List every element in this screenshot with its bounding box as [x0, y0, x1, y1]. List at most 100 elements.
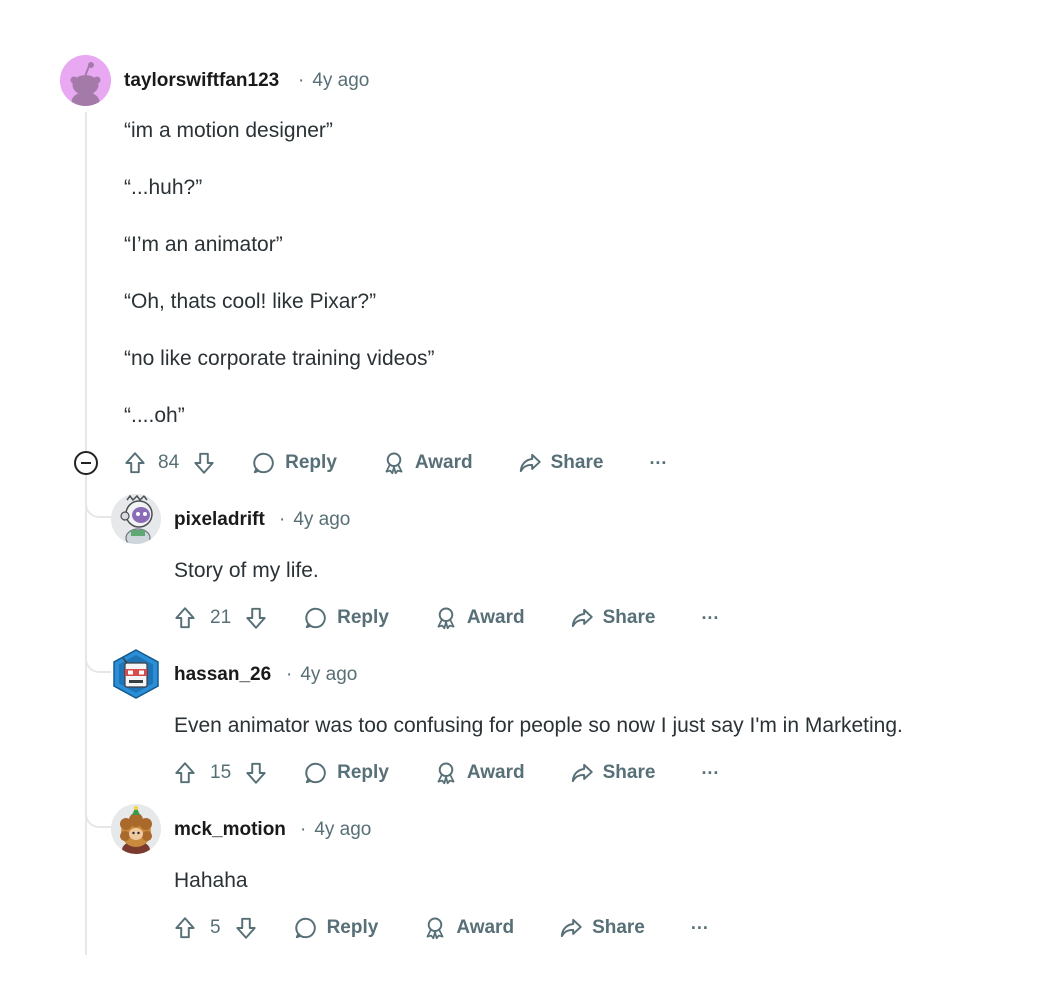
- reply-button[interactable]: Reply: [303, 760, 389, 786]
- upvote-button[interactable]: [172, 760, 198, 786]
- share-button[interactable]: Share: [569, 605, 656, 631]
- share-icon: [560, 918, 582, 938]
- award-icon: [437, 762, 455, 785]
- astronaut-avatar-icon: [111, 494, 161, 544]
- avatar[interactable]: [111, 494, 161, 544]
- comment-text-line: “Oh, thats cool! like Pixar?”: [124, 290, 377, 313]
- thread-line[interactable]: [85, 112, 87, 955]
- award-label: Award: [414, 452, 473, 473]
- award-label: Award: [466, 607, 525, 628]
- comment-bubble-icon: [253, 452, 274, 474]
- snoo-avatar-icon: [60, 55, 111, 106]
- comment-actions: 15 Reply Award Share ···: [172, 758, 719, 788]
- comment-text-line: Story of my life.: [174, 559, 319, 582]
- more-options-button[interactable]: ···: [691, 918, 709, 939]
- comment-text-line: “....oh”: [124, 404, 185, 427]
- curly-hair-avatar-icon: [111, 804, 161, 854]
- username[interactable]: hassan_26: [174, 664, 271, 686]
- share-label: Share: [550, 452, 604, 473]
- thread-branch: [85, 808, 111, 828]
- award-button[interactable]: Award: [433, 760, 525, 786]
- reply-label: Reply: [285, 452, 337, 473]
- downvote-icon: [194, 452, 214, 474]
- timestamp: · 4y ago: [298, 70, 369, 92]
- comment-text-line: “no like corporate training videos”: [124, 347, 435, 370]
- comment-text-line: Hahaha: [174, 869, 248, 892]
- separator: ·: [300, 819, 307, 840]
- comment-text-line: “...huh?”: [124, 176, 203, 199]
- vote-count: 5: [210, 917, 221, 938]
- upvote-icon: [175, 607, 195, 629]
- reply-button[interactable]: Reply: [293, 915, 379, 941]
- upvote-icon: [175, 762, 195, 784]
- username[interactable]: mck_motion: [174, 819, 286, 841]
- upvote-button[interactable]: [172, 915, 198, 941]
- vote-count: 84: [158, 452, 180, 473]
- share-icon: [571, 608, 593, 628]
- time-ago: 4y ago: [312, 70, 370, 91]
- share-label: Share: [602, 762, 656, 783]
- comment-text-line: Even animator was too confusing for peop…: [174, 714, 903, 737]
- reply-label: Reply: [337, 607, 389, 628]
- avatar[interactable]: [111, 804, 161, 854]
- comment-actions: 84 Reply Award Share ···: [122, 448, 667, 478]
- comment-bubble-icon: [305, 607, 326, 629]
- comment-bubble-icon: [305, 762, 326, 784]
- share-button[interactable]: Share: [517, 450, 604, 476]
- upvote-icon: [125, 452, 145, 474]
- upvote-icon: [175, 917, 195, 939]
- time-ago: 4y ago: [314, 819, 372, 840]
- award-icon: [437, 607, 455, 630]
- timestamp: · 4y ago: [300, 819, 371, 841]
- share-button[interactable]: Share: [569, 760, 656, 786]
- award-icon: [385, 452, 403, 475]
- vote-count: 15: [210, 762, 232, 783]
- reply-label: Reply: [326, 917, 379, 938]
- time-ago: 4y ago: [300, 664, 358, 685]
- comment-actions: 21 Reply Award Share ···: [172, 603, 719, 633]
- downvote-icon: [235, 917, 256, 939]
- robot-avatar-icon: [113, 649, 159, 699]
- reply-button[interactable]: Reply: [251, 450, 337, 476]
- vote-count: 21: [210, 607, 232, 628]
- collapse-thread-button[interactable]: [74, 451, 98, 475]
- award-label: Award: [466, 762, 525, 783]
- username[interactable]: pixeladrift: [174, 509, 265, 531]
- comment-text-line: “im a motion designer”: [124, 119, 333, 142]
- downvote-button[interactable]: [243, 605, 269, 631]
- share-button[interactable]: Share: [558, 915, 645, 941]
- reply-label: Reply: [337, 762, 389, 783]
- timestamp: · 4y ago: [279, 509, 350, 531]
- downvote-button[interactable]: [191, 450, 217, 476]
- award-button[interactable]: Award: [381, 450, 473, 476]
- upvote-button[interactable]: [172, 605, 198, 631]
- time-ago: 4y ago: [293, 509, 351, 530]
- username[interactable]: taylorswiftfan123: [124, 70, 279, 92]
- share-icon: [519, 453, 541, 473]
- award-icon: [426, 917, 444, 940]
- comment-text-line: “I’m an animator”: [124, 233, 283, 256]
- reply-button[interactable]: Reply: [303, 605, 389, 631]
- avatar[interactable]: [111, 649, 161, 699]
- downvote-icon: [246, 762, 266, 784]
- more-options-button[interactable]: ···: [649, 453, 667, 474]
- share-icon: [571, 763, 593, 783]
- thread-branch: [85, 498, 111, 518]
- timestamp: · 4y ago: [286, 664, 357, 686]
- downvote-button[interactable]: [243, 760, 269, 786]
- more-options-button[interactable]: ···: [701, 763, 719, 784]
- share-label: Share: [592, 917, 645, 938]
- comment-bubble-icon: [294, 917, 316, 939]
- downvote-button[interactable]: [233, 915, 259, 941]
- award-button[interactable]: Award: [422, 915, 514, 941]
- separator: ·: [286, 664, 293, 685]
- upvote-button[interactable]: [122, 450, 148, 476]
- avatar[interactable]: [60, 55, 111, 106]
- separator: ·: [298, 70, 305, 91]
- downvote-icon: [246, 607, 266, 629]
- separator: ·: [279, 509, 286, 530]
- share-label: Share: [602, 607, 656, 628]
- award-button[interactable]: Award: [433, 605, 525, 631]
- thread-branch: [85, 653, 111, 673]
- more-options-button[interactable]: ···: [701, 608, 719, 629]
